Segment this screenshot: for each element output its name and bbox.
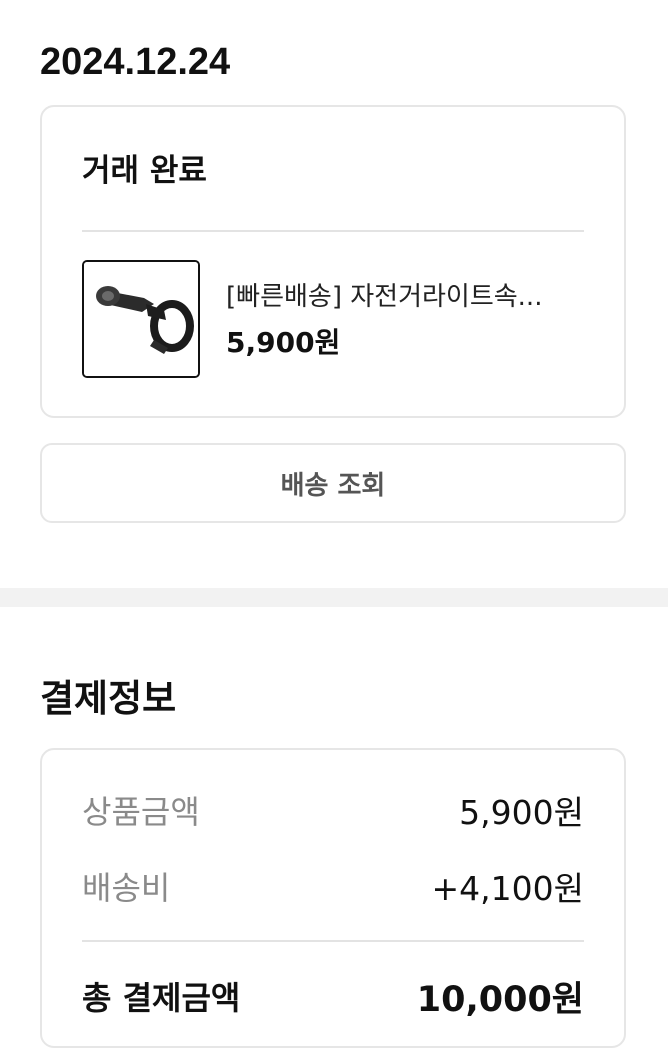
payment-section-title: 결제정보 [40, 677, 177, 720]
payment-row-product-amount: 상품금액 5,900원 [82, 788, 584, 832]
bike-mount-icon [84, 262, 198, 376]
payment-row-shipping-fee: 배송비 +4,100원 [82, 864, 584, 908]
payment-card: 상품금액 5,900원 배송비 +4,100원 총 결제금액 10,000원 [40, 748, 626, 1048]
divider [82, 230, 584, 232]
total-label: 총 결제금액 [82, 979, 241, 1017]
section-separator [0, 588, 668, 607]
product-price: 5,900원 [226, 326, 341, 359]
payment-row-total: 총 결제금액 10,000원 [82, 974, 584, 1020]
product-name[interactable]: [빠른배송] 자전거라이트속... [226, 280, 588, 314]
payment-label: 상품금액 [82, 793, 200, 831]
order-status: 거래 완료 [82, 153, 207, 189]
order-card: 거래 완료 [빠른배송] 자전거라이트속... 5,900원 [40, 105, 626, 418]
payment-label: 배송비 [82, 869, 171, 907]
payment-value: +4,100원 [431, 869, 584, 908]
divider [82, 940, 584, 942]
payment-value: 5,900원 [459, 793, 584, 832]
track-delivery-button[interactable]: 배송 조회 [40, 443, 626, 523]
total-value: 10,000원 [416, 979, 584, 1020]
order-date: 2024.12.24 [40, 41, 231, 83]
product-thumbnail[interactable] [82, 260, 200, 378]
